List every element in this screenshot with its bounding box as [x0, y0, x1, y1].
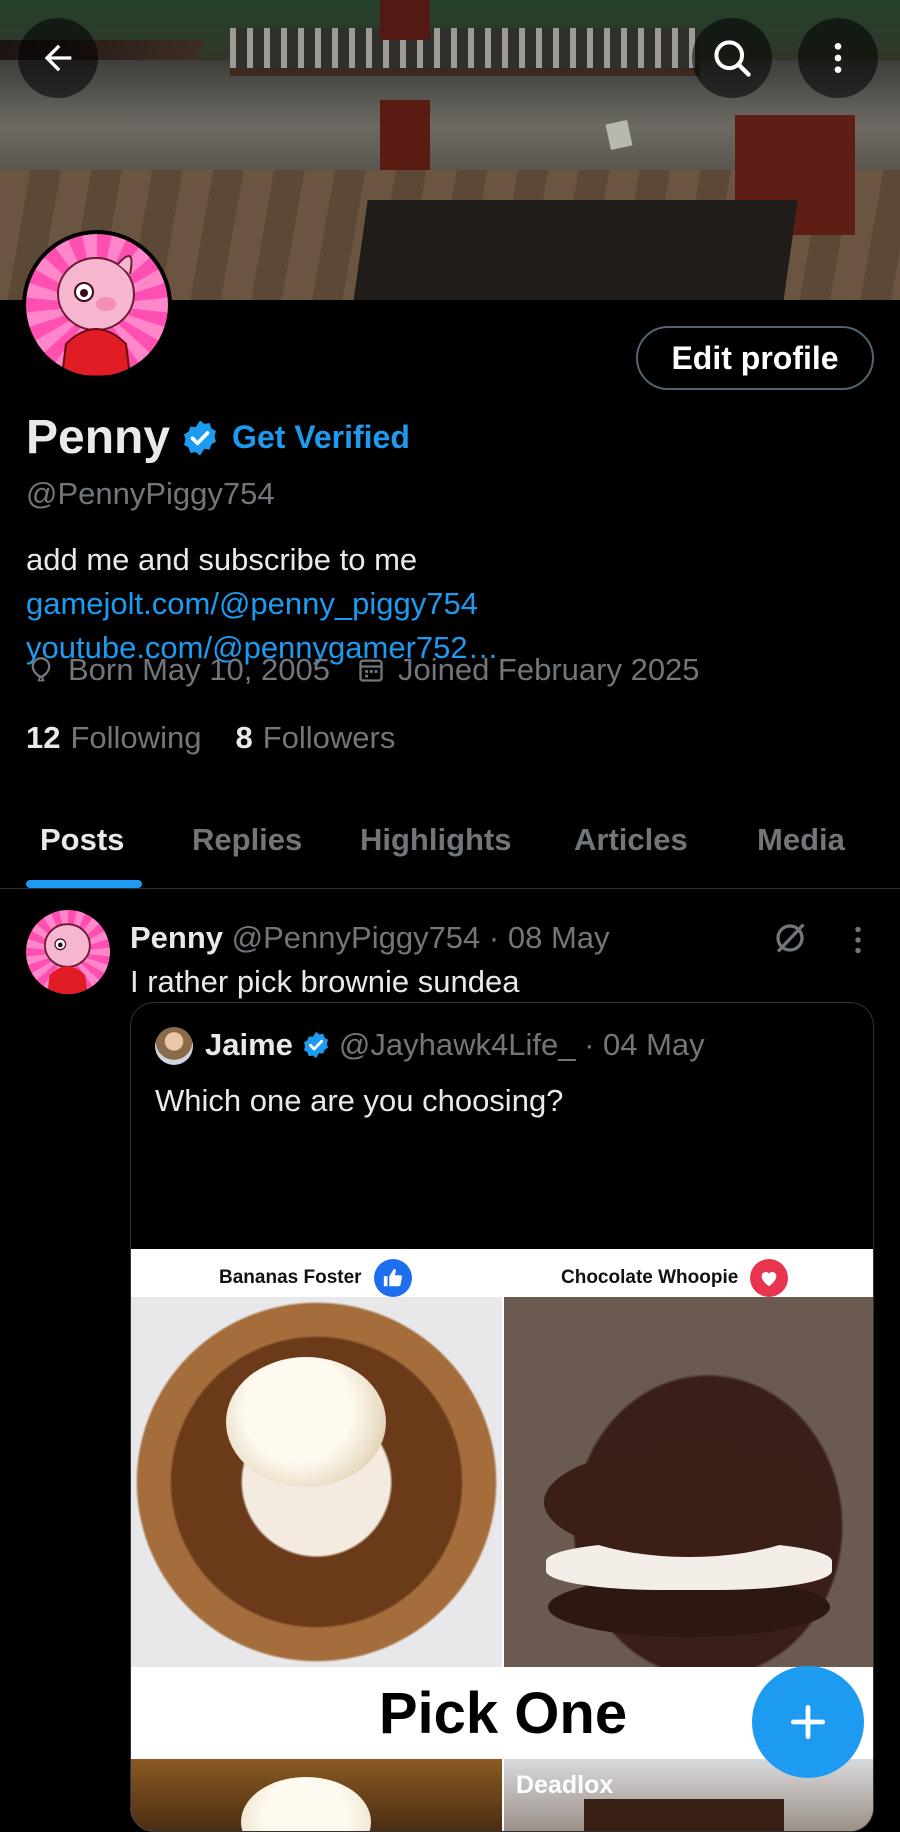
tab-posts[interactable]: Posts [40, 822, 124, 858]
following-count: 12 [26, 720, 61, 755]
post-text: I rather pick brownie sundea [130, 964, 520, 999]
edit-profile-button[interactable]: Edit profile [636, 326, 874, 390]
tab-media[interactable]: Media [757, 822, 845, 858]
tab-highlights[interactable]: Highlights [360, 822, 512, 858]
compose-button[interactable] [752, 1666, 864, 1778]
active-tab-indicator [26, 880, 142, 888]
heart-icon [750, 1259, 789, 1297]
caption-a-text: Bananas Foster [219, 1267, 362, 1288]
avatar-character [57, 255, 135, 376]
chocolate-whoopie-photo [504, 1297, 873, 1667]
following-label: Following [70, 720, 202, 755]
born-date: Born May 10, 2005 [68, 652, 330, 687]
search-icon [714, 40, 751, 77]
quoted-text: Which one are you choosing? [155, 1083, 564, 1118]
post-avatar[interactable] [26, 910, 110, 994]
tab-articles[interactable]: Articles [574, 822, 688, 858]
thumbs-up-icon [373, 1259, 412, 1297]
followers-count: 8 [235, 720, 253, 755]
sundae-photo [131, 1759, 502, 1831]
tab-replies[interactable]: Replies [192, 822, 302, 858]
whoopie-top [544, 1447, 834, 1557]
follow-stats: 12 Following 8 Followers [26, 720, 395, 756]
following-link[interactable]: 12 Following [26, 720, 201, 756]
post-more-icon[interactable] [840, 922, 876, 958]
verified-badge-icon [303, 1031, 328, 1059]
birthday-balloon-icon [26, 655, 56, 685]
followers-label: Followers [262, 720, 396, 755]
quoted-header: Jaime @Jayhawk4Life_ · 04 May [205, 1027, 705, 1063]
profile-meta: Born May 10, 2005 Joined February 2025 [26, 652, 700, 688]
post-header: Penny @PennyPiggy754 · 08 May [130, 920, 610, 956]
profile-handle: @PennyPiggy754 [26, 476, 275, 511]
profile-name: Penny [26, 411, 171, 464]
post-date[interactable]: · 08 May [489, 920, 610, 955]
bio-text: add me and subscribe to me [26, 542, 418, 577]
quoted-handle: @Jayhawk4Life_ [338, 1027, 576, 1062]
grok-icon[interactable] [772, 920, 808, 956]
followers-link[interactable]: 8 Followers [235, 720, 395, 756]
avatar-image [26, 234, 168, 376]
verified-badge-icon [184, 420, 217, 455]
more-button[interactable] [798, 18, 878, 98]
back-button[interactable] [18, 18, 98, 98]
ice-cream-scoop [226, 1357, 386, 1487]
joined-date: Joined February 2025 [397, 652, 700, 687]
post-author[interactable]: Penny [130, 920, 223, 955]
search-button[interactable] [692, 18, 772, 98]
banner-door [380, 0, 430, 40]
banner-railing [230, 28, 700, 76]
quoted-avatar [155, 1027, 193, 1065]
avatar-character [44, 923, 91, 994]
caption-deadlox: Deadlox [516, 1771, 614, 1799]
bio-link-gamejolt[interactable]: gamejolt.com/@penny_piggy754 [26, 586, 478, 621]
plus-icon [790, 1704, 826, 1740]
quoted-author: Jaime [205, 1027, 293, 1062]
get-verified-link[interactable]: Get Verified [232, 419, 410, 456]
profile-tabs: Posts Replies Highlights Articles Media [0, 800, 900, 889]
profile-avatar[interactable] [22, 230, 172, 380]
banner-rug [352, 200, 798, 300]
post-handle[interactable]: @PennyPiggy754 [232, 920, 481, 955]
quoted-date: · 04 May [584, 1027, 705, 1062]
more-vertical-icon [834, 43, 842, 73]
caption-b-text: Chocolate Whoopie [561, 1267, 739, 1288]
profile-bio: add me and subscribe to me gamejolt.com/… [26, 538, 856, 670]
profile-name-row: Penny Get Verified [26, 410, 410, 465]
calendar-icon [356, 655, 386, 685]
caption-chocolate-whoopie: Chocolate Whoopie [561, 1259, 789, 1297]
bananas-foster-photo [131, 1297, 502, 1667]
ice-cream-scoop [241, 1777, 371, 1831]
post[interactable]: Penny @PennyPiggy754 · 08 May I rather p… [0, 890, 900, 1832]
arrow-left-icon [44, 44, 72, 72]
caption-bananas-foster: Bananas Foster [219, 1259, 412, 1297]
brownie [584, 1799, 784, 1831]
banner-door [380, 100, 430, 180]
